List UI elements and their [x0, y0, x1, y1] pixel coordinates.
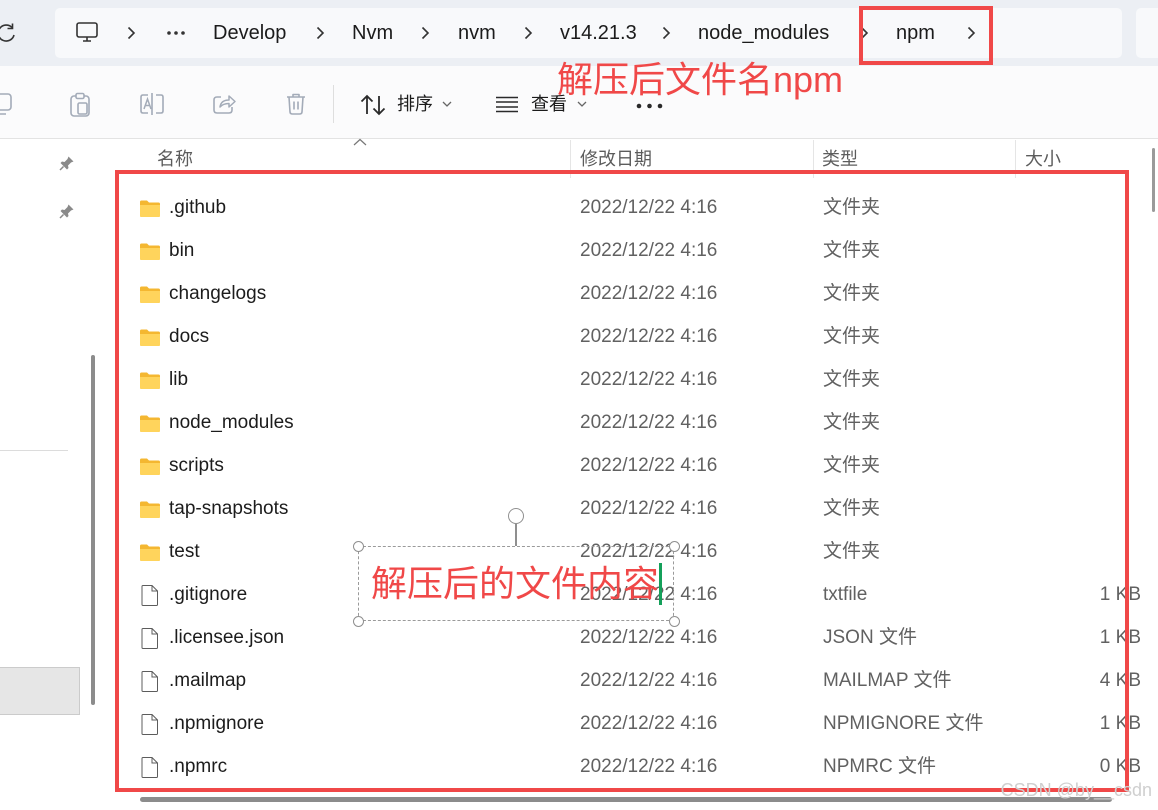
breadcrumb-nvm[interactable]: nvm: [458, 21, 496, 45]
resize-handle: [353, 541, 364, 552]
highlight-box-npm: [859, 6, 993, 65]
text-cursor: [659, 563, 662, 605]
column-header-name[interactable]: 名称: [157, 148, 193, 170]
sort-label[interactable]: 排序: [397, 92, 433, 116]
breadcrumb-overflow-button[interactable]: [166, 30, 186, 36]
pin-icon: [59, 203, 75, 219]
resize-handle: [669, 616, 680, 627]
breadcrumb-nvm-root[interactable]: Nvm: [352, 21, 393, 45]
horizontal-scrollbar[interactable]: [140, 797, 1112, 802]
sort-ascending-icon: [353, 138, 367, 146]
vertical-scrollbar[interactable]: [1152, 148, 1155, 212]
chevron-right-icon[interactable]: [316, 26, 325, 40]
resize-handle: [669, 541, 680, 552]
share-icon[interactable]: [212, 93, 236, 115]
copy-icon[interactable]: [0, 92, 13, 116]
rotate-handle-stem: [515, 524, 517, 546]
sort-icon: [360, 94, 386, 116]
resize-handle: [353, 616, 364, 627]
chevron-down-icon[interactable]: [442, 101, 452, 107]
rotate-handle: [508, 508, 524, 524]
nav-scrollbar[interactable]: [91, 355, 95, 705]
column-header-size[interactable]: 大小: [1025, 148, 1061, 170]
paste-icon[interactable]: [69, 92, 91, 118]
highlight-box-file-list: [115, 170, 1129, 792]
breadcrumb-develop[interactable]: Develop: [213, 21, 286, 45]
more-icon[interactable]: [636, 103, 663, 109]
watermark: CSDN @by__csdn: [1000, 780, 1152, 800]
pin-icon: [59, 155, 75, 171]
view-list-icon: [495, 96, 519, 113]
chevron-right-icon[interactable]: [421, 26, 430, 40]
chevron-right-icon[interactable]: [127, 26, 136, 40]
delete-icon[interactable]: [285, 92, 307, 116]
search-box[interactable]: [1136, 8, 1158, 58]
annotation-contents-note: 解压后的文件内容: [371, 563, 660, 604]
rename-icon[interactable]: [139, 92, 165, 116]
toolbar-divider: [333, 85, 334, 123]
refresh-icon[interactable]: [0, 22, 17, 44]
annotation-filename-note: 解压后文件名npm: [557, 59, 844, 100]
breadcrumb-node-modules[interactable]: node_modules: [698, 21, 829, 45]
column-header-type[interactable]: 类型: [822, 148, 858, 170]
more-icon: [167, 31, 185, 35]
nav-divider: [0, 450, 68, 451]
this-pc-icon[interactable]: [75, 21, 99, 43]
breadcrumb-version[interactable]: v14.21.3: [560, 21, 637, 45]
column-header-modified[interactable]: 修改日期: [580, 148, 652, 170]
nav-item-selected[interactable]: [0, 667, 80, 715]
chevron-right-icon[interactable]: [662, 26, 671, 40]
chevron-right-icon[interactable]: [524, 26, 533, 40]
